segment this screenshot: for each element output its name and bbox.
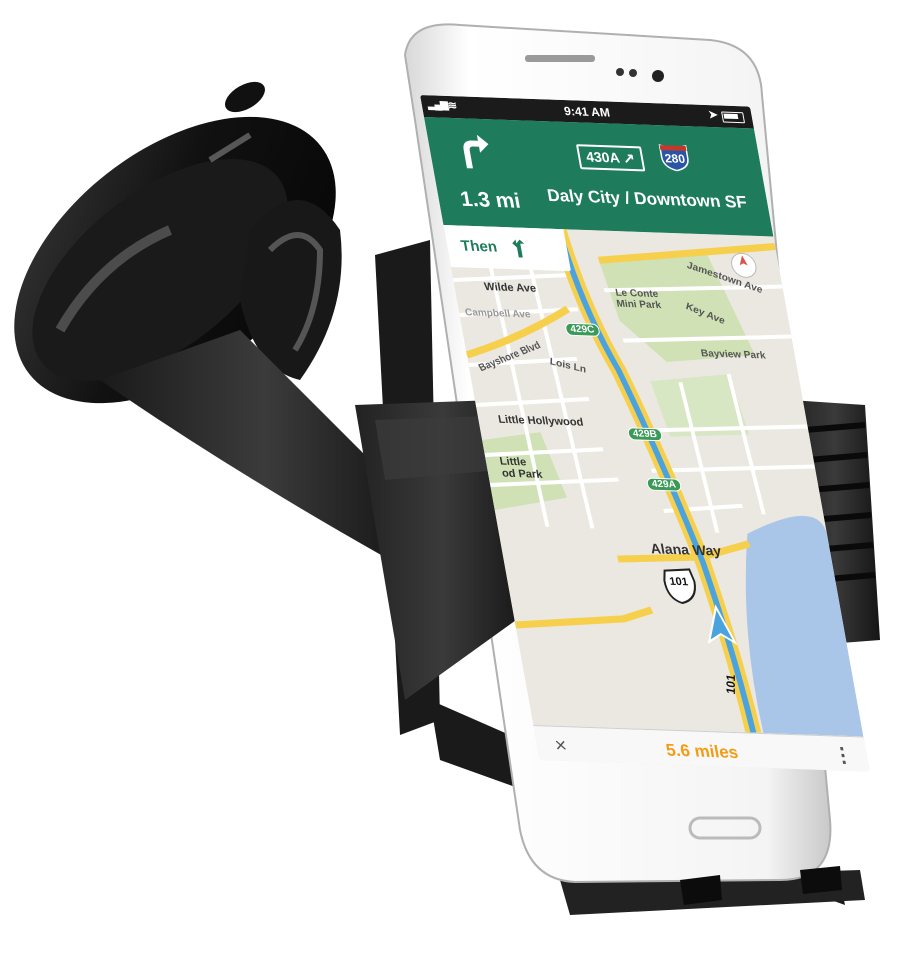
destination-label: Daly City / Downtown SF bbox=[545, 185, 749, 212]
map-label-alana-way: Alana Way bbox=[649, 540, 723, 559]
battery-icon bbox=[721, 111, 746, 124]
map-label-campbell-ave: Campbell Ave bbox=[464, 307, 532, 321]
turn-instruction-banner: 1.3 mi 430A ↗ 280 Daly City / Downtown S… bbox=[423, 117, 774, 237]
next-maneuver-hint: Then bbox=[443, 225, 571, 272]
turn-distance: 1.3 mi bbox=[458, 187, 523, 213]
exit-badge-429a: 429A bbox=[645, 477, 683, 492]
speaker-grille bbox=[525, 55, 595, 62]
product-photo: ▂▄▆ ≋ 9:41 AM ➤ 1.3 mi 430A ↗ 280 Daly C… bbox=[0, 0, 906, 958]
front-camera bbox=[652, 70, 664, 82]
exit-badge-429b: 429B bbox=[626, 427, 664, 442]
bear-right-arrow-icon bbox=[512, 239, 525, 258]
then-label: Then bbox=[459, 237, 499, 256]
map-label-little-park: Little od Park bbox=[498, 455, 544, 481]
exit-badge-429c: 429C bbox=[564, 322, 601, 337]
route-101-shield-number: 101 bbox=[668, 575, 690, 589]
exit-sign: 430A ↗ bbox=[575, 144, 645, 172]
turn-right-arrow-icon bbox=[463, 134, 489, 169]
interstate-number: 280 bbox=[663, 151, 687, 166]
map-label-bayview-park: Bayview Park bbox=[700, 348, 767, 362]
map-label-wilde-ave: Wilde Ave bbox=[483, 281, 538, 295]
interstate-shield: 280 bbox=[657, 143, 692, 172]
route-101-road-label: 101 bbox=[723, 672, 738, 696]
map-label-le-conte-mini-park: Le Conte Mini Park bbox=[614, 287, 663, 312]
